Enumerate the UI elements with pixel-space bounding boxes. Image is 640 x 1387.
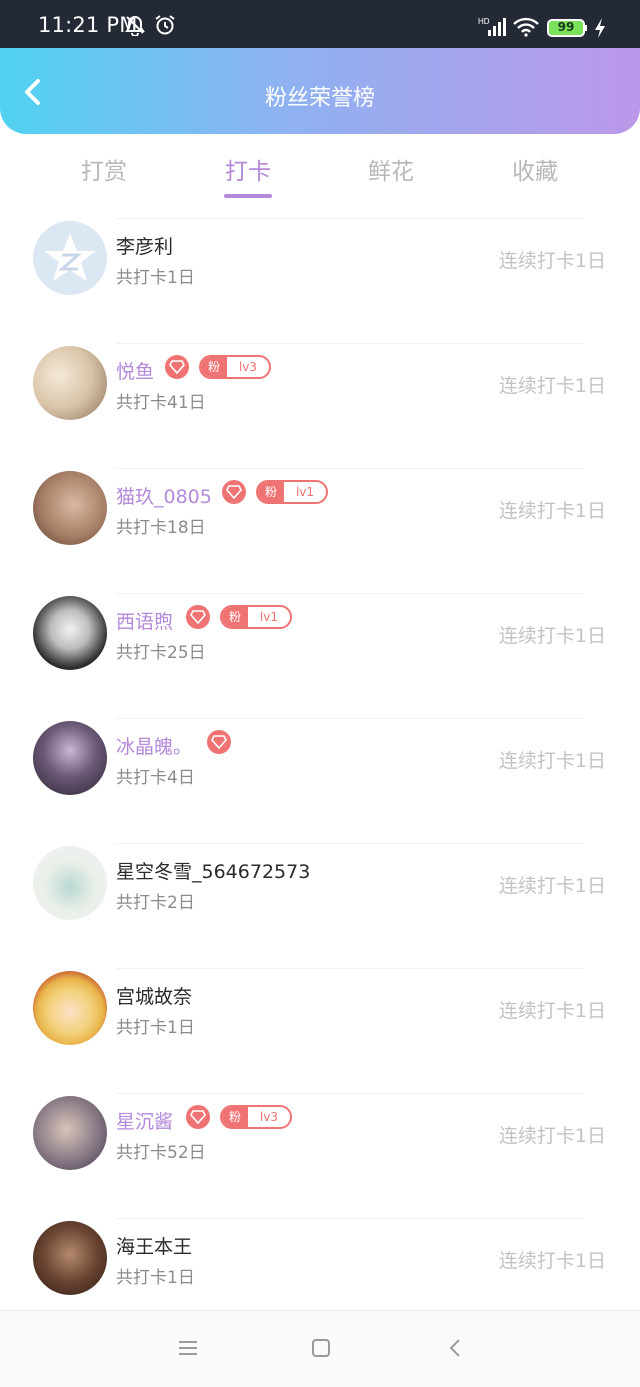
tab-flowers[interactable]: 鲜花	[341, 152, 441, 186]
home-icon[interactable]	[311, 1338, 331, 1362]
fan-badge-label: 粉	[222, 607, 248, 627]
avatar[interactable]	[33, 1221, 107, 1295]
tab-label: 鲜花	[368, 159, 414, 185]
gem-icon	[207, 730, 231, 754]
list-item[interactable]: 李彦利 共打卡1日 连续打卡1日	[0, 218, 640, 343]
list-item[interactable]: 宫城故奈 共打卡1日 连续打卡1日	[0, 968, 640, 1093]
list-item[interactable]: 西语煦 粉 lv1 共打卡25日 连续打卡1日	[0, 593, 640, 718]
battery-icon: 99	[547, 18, 589, 42]
fan-name: 宫城故奈	[116, 986, 193, 1008]
divider	[116, 468, 584, 469]
tab-favorites[interactable]: 收藏	[485, 152, 585, 186]
tab-bar: 打赏 打卡 鲜花 收藏	[0, 134, 640, 208]
avatar[interactable]	[33, 596, 107, 670]
fan-level-badge: 粉 lv1	[220, 605, 292, 629]
total-checkins: 共打卡1日	[116, 1018, 195, 1038]
fan-name: 悦鱼	[116, 361, 155, 383]
menu-icon[interactable]	[177, 1338, 199, 1362]
divider	[116, 593, 584, 594]
fan-level: lv1	[259, 610, 279, 624]
page-title: 粉丝荣誉榜	[264, 86, 375, 111]
divider	[116, 218, 584, 219]
fan-badge-label: 粉	[201, 357, 227, 377]
tab-label: 打卡	[225, 159, 271, 185]
divider	[116, 343, 584, 344]
fan-name: 星空冬雪_564672573	[116, 861, 311, 883]
streak-text: 连续打卡1日	[498, 875, 606, 897]
divider	[116, 1218, 584, 1219]
avatar[interactable]	[33, 346, 107, 420]
charging-icon	[593, 17, 607, 43]
fan-level: lv1	[295, 485, 315, 499]
total-checkins: 共打卡2日	[116, 893, 195, 913]
fan-name: 西语煦	[116, 611, 174, 633]
streak-text: 连续打卡1日	[498, 500, 606, 522]
divider	[116, 1093, 584, 1094]
divider	[116, 843, 584, 844]
fan-name: 李彦利	[116, 236, 174, 258]
status-time: 11:21 PM	[38, 13, 138, 37]
signal-icon: HD	[478, 16, 506, 42]
fan-badge-label: 粉	[258, 482, 284, 502]
fan-badge-label: 粉	[222, 1107, 248, 1127]
alarm-icon	[154, 14, 176, 40]
fan-level-badge: 粉 lv3	[220, 1105, 292, 1129]
tab-checkin[interactable]: 打卡	[198, 152, 298, 198]
gem-icon	[165, 355, 189, 379]
gem-icon	[222, 480, 246, 504]
wifi-icon	[513, 17, 539, 41]
status-bar: 11:21 PM HD 99	[0, 0, 640, 48]
total-checkins: 共打卡1日	[116, 268, 195, 288]
tab-label: 打赏	[81, 159, 127, 185]
header-bar: 粉丝荣誉榜	[0, 48, 640, 134]
tab-label: 收藏	[512, 159, 558, 185]
list-item[interactable]: 冰晶魄。 共打卡4日 连续打卡1日	[0, 718, 640, 843]
back-icon[interactable]	[446, 1338, 464, 1362]
divider	[116, 718, 584, 719]
streak-text: 连续打卡1日	[498, 1125, 606, 1147]
battery-level: 99	[557, 20, 575, 34]
avatar[interactable]	[33, 221, 107, 295]
total-checkins: 共打卡4日	[116, 768, 195, 788]
streak-text: 连续打卡1日	[498, 250, 606, 272]
tab-reward[interactable]: 打赏	[54, 152, 154, 186]
gem-icon	[186, 605, 210, 629]
avatar[interactable]	[33, 846, 107, 920]
total-checkins: 共打卡1日	[116, 1268, 195, 1288]
fan-name: 星沉酱	[116, 1111, 174, 1133]
streak-text: 连续打卡1日	[498, 750, 606, 772]
svg-text:HD: HD	[478, 17, 490, 26]
avatar[interactable]	[33, 1096, 107, 1170]
fan-name: 冰晶魄。	[116, 736, 193, 758]
avatar[interactable]	[33, 471, 107, 545]
fan-level-badge: 粉 lv1	[256, 480, 328, 504]
list-item[interactable]: 猫玖_0805 粉 lv1 共打卡18日 连续打卡1日	[0, 468, 640, 593]
streak-text: 连续打卡1日	[498, 1000, 606, 1022]
divider	[116, 968, 584, 969]
total-checkins: 共打卡25日	[116, 643, 206, 663]
mute-icon	[124, 14, 146, 40]
list-item[interactable]: 悦鱼 粉 lv3 共打卡41日 连续打卡1日	[0, 343, 640, 468]
avatar[interactable]	[33, 971, 107, 1045]
fan-level: lv3	[259, 1110, 279, 1124]
system-nav-bar	[0, 1310, 640, 1387]
fan-name: 海王本王	[116, 1236, 193, 1258]
avatar[interactable]	[33, 721, 107, 795]
fan-level-badge: 粉 lv3	[199, 355, 271, 379]
total-checkins: 共打卡41日	[116, 393, 206, 413]
active-tab-indicator	[224, 194, 272, 198]
gem-icon	[186, 1105, 210, 1129]
streak-text: 连续打卡1日	[498, 625, 606, 647]
list-item[interactable]: 星空冬雪_564672573 共打卡2日 连续打卡1日	[0, 843, 640, 968]
total-checkins: 共打卡18日	[116, 518, 206, 538]
fan-level: lv3	[238, 360, 258, 374]
total-checkins: 共打卡52日	[116, 1143, 206, 1163]
fan-name: 猫玖_0805	[116, 486, 212, 508]
streak-text: 连续打卡1日	[498, 1250, 606, 1272]
list-item[interactable]: 星沉酱 粉 lv3 共打卡52日 连续打卡1日	[0, 1093, 640, 1218]
streak-text: 连续打卡1日	[498, 375, 606, 397]
